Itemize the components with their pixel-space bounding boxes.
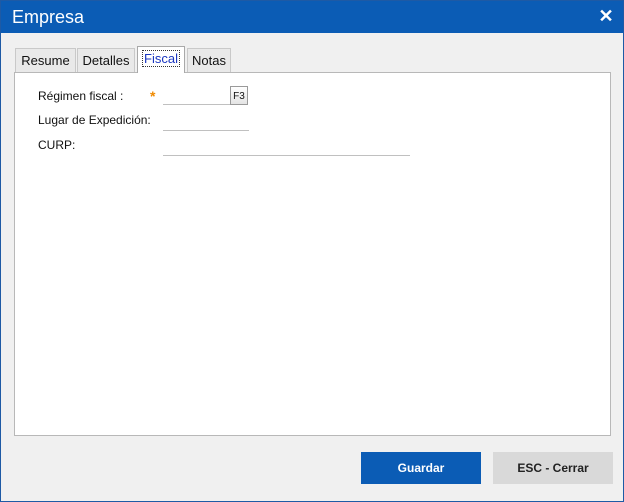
regimen-fiscal-label: Régimen fiscal : xyxy=(38,89,123,103)
tab-notas[interactable]: Notas xyxy=(187,48,231,72)
dialog-title: Empresa xyxy=(12,6,84,28)
close-icon[interactable]: ✕ xyxy=(597,6,615,26)
tab-notas-label: Notas xyxy=(192,53,226,68)
title-bar[interactable]: Empresa ✕ xyxy=(1,1,623,33)
empresa-dialog: Empresa ✕ Resume Detalles Fiscal Notas R… xyxy=(0,0,624,502)
curp-input[interactable] xyxy=(163,137,410,156)
required-indicator: * xyxy=(150,89,155,103)
fiscal-panel: Régimen fiscal : * F3 Lugar de Expedició… xyxy=(14,72,611,436)
lugar-expedicion-label: Lugar de Expedición: xyxy=(38,113,151,127)
tab-resume-label: Resume xyxy=(21,53,69,68)
tab-resume[interactable]: Resume xyxy=(15,48,76,72)
lugar-expedicion-input[interactable] xyxy=(163,112,249,131)
tab-fiscal[interactable]: Fiscal xyxy=(137,46,185,73)
cancel-button[interactable]: ESC - Cerrar xyxy=(493,452,613,484)
tab-detalles[interactable]: Detalles xyxy=(77,48,135,72)
regimen-fiscal-input[interactable] xyxy=(163,86,233,105)
save-button[interactable]: Guardar xyxy=(361,452,481,484)
curp-label: CURP: xyxy=(38,138,75,152)
regimen-fiscal-lookup-button[interactable]: F3 xyxy=(230,86,248,105)
tab-detalles-label: Detalles xyxy=(83,53,130,68)
tab-fiscal-label: Fiscal xyxy=(143,51,179,66)
